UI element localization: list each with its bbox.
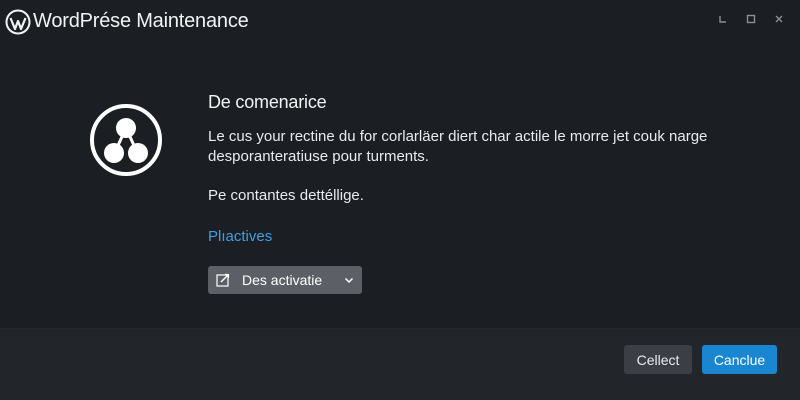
close-icon[interactable] bbox=[772, 12, 786, 26]
maximize-icon[interactable] bbox=[744, 12, 758, 26]
activation-dropdown[interactable]: Des activatie bbox=[208, 266, 362, 294]
dropdown-selected-value: Des activatie bbox=[242, 272, 323, 288]
dialog-note: Pe contantes dettéllige. bbox=[208, 187, 364, 204]
share-nodes-icon bbox=[90, 104, 162, 176]
dialog-footer: Cellect Canclue bbox=[0, 328, 800, 400]
dialog-content: De comenarice Le cus your rectine du for… bbox=[0, 40, 800, 328]
window-controls bbox=[716, 12, 786, 26]
collect-button[interactable]: Cellect bbox=[624, 345, 692, 374]
edit-icon bbox=[216, 273, 230, 287]
cancel-button[interactable]: Canclue bbox=[702, 345, 777, 374]
dialog-heading: De comenarice bbox=[208, 92, 327, 112]
app-title: WordPrése Maintenance bbox=[33, 10, 249, 32]
title-bar: WordPrése Maintenance bbox=[0, 0, 800, 40]
app-window: WordPrése Maintenance De comenarice Le c… bbox=[0, 0, 800, 400]
minimize-icon[interactable] bbox=[716, 12, 730, 26]
dialog-body: Le cus your rectine du for corlarläer di… bbox=[208, 128, 708, 165]
message-column: De comenarice Le cus your rectine du for… bbox=[208, 92, 768, 246]
actives-link[interactable]: Plıactives bbox=[208, 228, 272, 245]
wordpress-logo-icon bbox=[5, 9, 31, 35]
chevron-down-icon bbox=[344, 277, 354, 284]
